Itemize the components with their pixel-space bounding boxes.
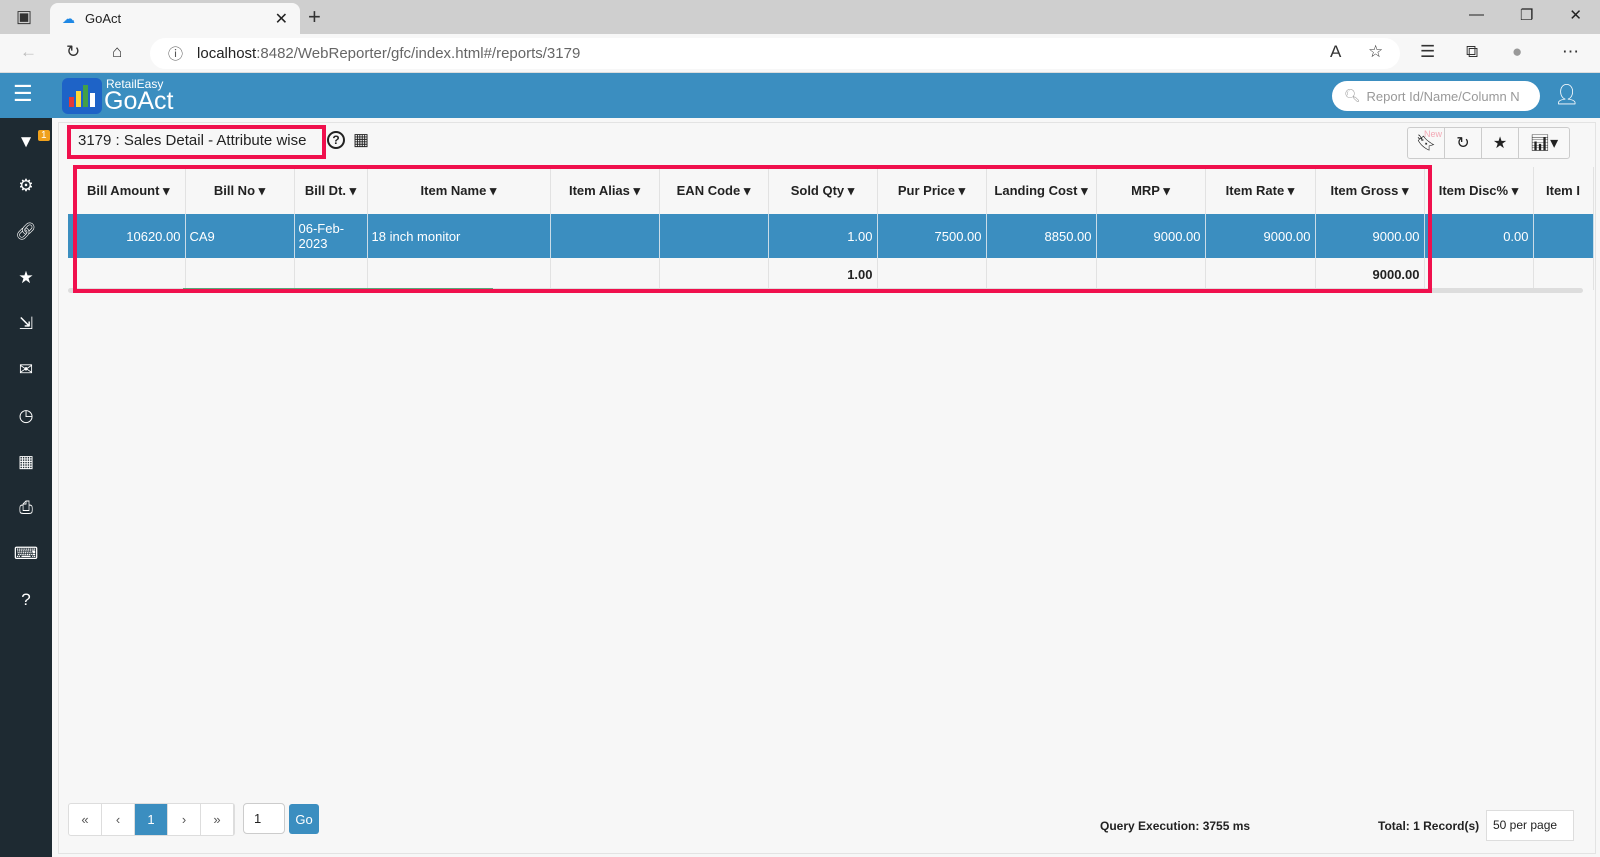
new-label: New bbox=[1423, 129, 1442, 139]
cloud-icon: ☁ bbox=[62, 10, 75, 26]
restore-icon[interactable]: ❐ bbox=[1520, 6, 1533, 24]
bookmark-button[interactable]: 🔖︎ New bbox=[1408, 128, 1445, 158]
sort-dropdown-icon[interactable]: ▾ bbox=[1508, 183, 1519, 198]
total-records: Total: 1 Record(s) bbox=[1378, 819, 1480, 833]
address-bar: ← ↻ ⌂ ⓘ localhost:8482/WebReporter/gfc/i… bbox=[0, 34, 1600, 73]
report-toolbar: 🔖︎ New ↻ ★ 📊︎▾ bbox=[1407, 127, 1570, 159]
prev-page-button[interactable]: ‹ bbox=[102, 804, 135, 835]
calendar-icon[interactable]: ▦ bbox=[0, 452, 52, 472]
column-header-label: Item Disc% bbox=[1438, 182, 1509, 198]
goto-page-input[interactable]: 1 bbox=[243, 803, 285, 834]
user-icon[interactable]: 👤︎ bbox=[1554, 82, 1579, 107]
add-favorite-icon[interactable]: ☆ bbox=[1368, 42, 1383, 62]
new-tab-icon[interactable]: + bbox=[308, 4, 321, 30]
per-page-select[interactable]: 50 per page bbox=[1486, 810, 1574, 841]
home-icon[interactable]: ⌂ bbox=[112, 42, 122, 62]
query-execution-time: Query Execution: 3755 ms bbox=[1100, 819, 1251, 833]
back-icon[interactable]: ← bbox=[20, 42, 37, 62]
pagination: « ‹ 1 › » bbox=[68, 803, 235, 836]
print-icon[interactable]: ⎙ bbox=[0, 498, 52, 518]
filter-badge: 1 bbox=[38, 130, 50, 141]
mail-icon[interactable]: ✉ bbox=[0, 360, 52, 380]
first-page-button[interactable]: « bbox=[69, 804, 102, 835]
table-cell bbox=[1533, 214, 1594, 258]
table-highlight bbox=[73, 165, 1432, 293]
favorites-icon[interactable]: ☰ bbox=[1420, 42, 1435, 62]
brand-title: GoAct bbox=[104, 87, 174, 115]
hamburger-menu-icon[interactable]: ☰ bbox=[13, 81, 33, 107]
favorite-button[interactable]: ★ bbox=[1482, 128, 1519, 158]
sidebar: ▼ 1 ⚙ 🔗︎ ★ ⇲ ✉ ◷ ▦ ⎙ ⌨ ? bbox=[0, 118, 52, 857]
export-icon[interactable]: ⇲ bbox=[0, 314, 52, 334]
app-header: ☰ RetailEasy GoAct 🔍︎ Report Id/Name/Colu… bbox=[0, 73, 1600, 118]
next-page-button[interactable]: › bbox=[168, 804, 201, 835]
total-cell bbox=[1533, 258, 1594, 290]
go-button[interactable]: Go bbox=[289, 804, 319, 834]
search-placeholder: Report Id/Name/Column N bbox=[1366, 88, 1520, 104]
column-header[interactable]: Item Disc% ▾ bbox=[1424, 167, 1534, 214]
close-tab-icon[interactable]: ✕ bbox=[275, 9, 288, 29]
url-host: localhost bbox=[197, 45, 257, 62]
star-icon[interactable]: ★ bbox=[0, 268, 52, 288]
url-field[interactable]: ⓘ localhost:8482/WebReporter/gfc/index.h… bbox=[150, 38, 1400, 69]
chart-menu-button[interactable]: 📊︎▾ bbox=[1519, 128, 1569, 158]
goact-logo bbox=[62, 78, 102, 114]
total-cell bbox=[1424, 258, 1534, 290]
browser-tab[interactable]: ☁ GoAct ✕ bbox=[50, 3, 300, 34]
reload-icon[interactable]: ↻ bbox=[66, 42, 80, 62]
tab-title: GoAct bbox=[85, 11, 122, 26]
tab-actions-icon[interactable]: ▣ bbox=[16, 7, 32, 27]
keyboard-icon[interactable]: ⌨ bbox=[0, 544, 52, 564]
column-header[interactable]: Item I bbox=[1533, 167, 1594, 214]
minimize-icon[interactable]: — bbox=[1469, 6, 1484, 24]
report-search-input[interactable]: 🔍︎ Report Id/Name/Column N bbox=[1332, 81, 1540, 111]
search-icon: 🔍︎ bbox=[1344, 88, 1361, 103]
url-path: :8482/WebReporter/gfc/index.html#/report… bbox=[256, 45, 581, 62]
title-highlight bbox=[67, 125, 326, 159]
collections-icon[interactable]: ⧉ bbox=[1466, 42, 1478, 62]
refresh-button[interactable]: ↻ bbox=[1445, 128, 1482, 158]
browser-tab-bar: ▣ ☁ GoAct ✕ + — ❐ ✕ bbox=[0, 0, 1600, 34]
gear-icon[interactable]: ⚙ bbox=[0, 176, 52, 196]
table-cell: 0.00 bbox=[1424, 214, 1534, 258]
help-icon[interactable]: ? bbox=[0, 590, 52, 610]
page-1-button[interactable]: 1 bbox=[135, 804, 168, 835]
last-page-button[interactable]: » bbox=[201, 804, 234, 835]
read-aloud-icon[interactable]: A bbox=[1330, 42, 1341, 62]
column-header-label: Item I bbox=[1546, 183, 1580, 198]
close-window-icon[interactable]: ✕ bbox=[1569, 6, 1582, 24]
clock-icon[interactable]: ◷ bbox=[0, 406, 52, 426]
more-icon[interactable]: ⋯ bbox=[1562, 42, 1579, 62]
layout-icon[interactable]: ▦ bbox=[353, 130, 369, 150]
profile-icon[interactable]: ● bbox=[1512, 42, 1522, 62]
info-icon: ⓘ bbox=[168, 46, 184, 63]
link-icon[interactable]: 🔗︎ bbox=[0, 222, 52, 242]
help-circle-icon[interactable]: ? bbox=[327, 131, 345, 149]
